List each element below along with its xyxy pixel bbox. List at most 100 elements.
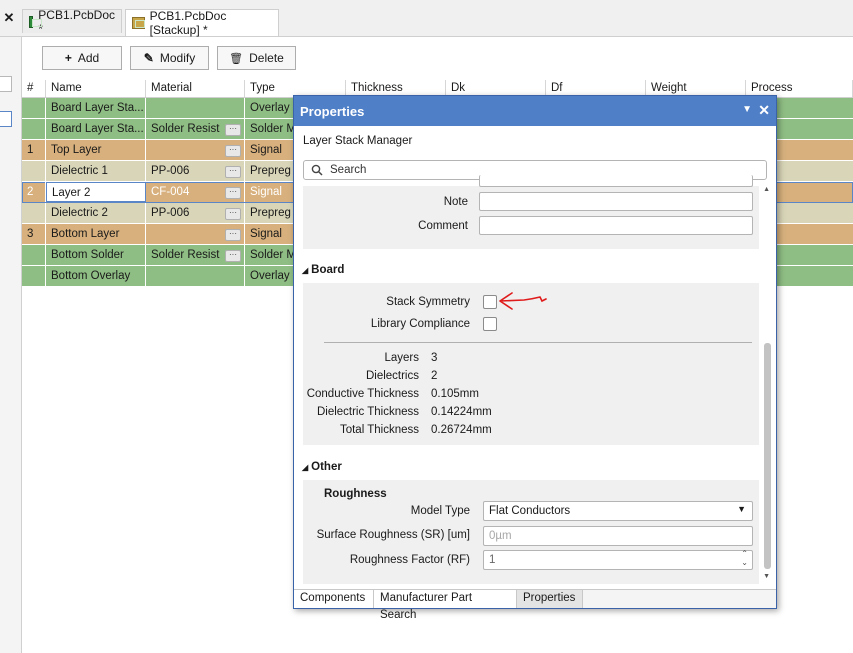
col-header-material[interactable]: Material	[146, 80, 245, 97]
cell-num[interactable]: 2	[22, 182, 46, 202]
cell-num[interactable]	[22, 161, 46, 181]
properties-panel: Properties ▼ ✕ Layer Stack Manager Searc…	[293, 95, 777, 621]
panel-title-bar[interactable]: Properties ▼ ✕	[294, 96, 776, 126]
cell-num[interactable]	[22, 266, 46, 286]
surface-roughness-field[interactable]: 0µm	[483, 526, 753, 546]
cell-num[interactable]: 1	[22, 140, 46, 160]
cell-name[interactable]: Top Layer	[46, 140, 146, 160]
roughness-factor-label: Roughness Factor (RF)	[349, 554, 470, 566]
tab-stackup[interactable]: PCB1.PcbDoc [Stackup] *	[125, 9, 279, 37]
cell-material[interactable]	[146, 224, 245, 244]
cell-num[interactable]	[22, 98, 46, 118]
red-arrow-annotation	[499, 292, 547, 310]
left-panel-strip	[0, 37, 22, 653]
col-header-name[interactable]: Name	[46, 80, 146, 97]
scroll-down-icon[interactable]: ▼	[763, 573, 770, 580]
tab-label: PCB1.PcbDoc *	[38, 7, 115, 36]
left-panel-control[interactable]	[0, 111, 12, 127]
model-type-label: Model Type	[410, 505, 470, 517]
other-header-label: Other	[311, 461, 342, 473]
panel-title: Properties	[300, 104, 365, 119]
close-icon[interactable]: ✕	[2, 10, 16, 26]
note-label: Note	[443, 196, 468, 208]
dielectric-thickness-value: 0.14224mm	[431, 406, 492, 418]
collapse-triangle-icon: ◢	[302, 463, 309, 472]
modify-button[interactable]: ✎ Modify	[130, 46, 209, 70]
cell-material[interactable]	[146, 98, 245, 118]
conductive-thickness-value: 0.105mm	[431, 388, 479, 400]
cell-material[interactable]: PP-006	[146, 161, 245, 181]
model-type-select[interactable]: Flat Conductors ▼	[483, 501, 753, 521]
stack-symmetry-checkbox[interactable]	[483, 295, 497, 309]
layers-label: Layers	[384, 352, 419, 364]
tab-label: PCB1.PcbDoc [Stackup] *	[149, 9, 227, 37]
cell-name[interactable]: Bottom Layer	[46, 224, 146, 244]
model-type-value: Flat Conductors	[489, 505, 571, 517]
panel-menu-icon[interactable]: ▼	[742, 104, 752, 115]
cell-material[interactable]: Solder Resist	[146, 245, 245, 265]
divider	[324, 342, 752, 343]
cell-num[interactable]	[22, 203, 46, 223]
total-thickness-label: Total Thickness	[339, 424, 419, 436]
tab-properties[interactable]: Properties	[517, 590, 583, 608]
surface-roughness-label: Surface Roughness (SR) [um]	[316, 529, 470, 541]
roughness-label: Roughness	[324, 488, 387, 500]
roughness-factor-value: 1	[489, 554, 496, 566]
tab-pcbdoc[interactable]: PCB1.PcbDoc *	[22, 7, 122, 36]
scroll-up-icon[interactable]: ▲	[763, 186, 770, 193]
dielectric-thickness-label: Dielectric Thickness	[316, 406, 419, 418]
cell-material[interactable]: PP-006	[146, 203, 245, 223]
modify-label: Modify	[159, 51, 196, 65]
cell-num[interactable]: 3	[22, 224, 46, 244]
cell-name[interactable]: Layer 2	[46, 182, 146, 202]
search-icon	[311, 164, 323, 176]
chevron-down-icon: ▼	[737, 504, 746, 514]
library-compliance-label: Library Compliance	[370, 318, 470, 330]
conductive-thickness-label: Conductive Thickness	[306, 388, 419, 400]
cell-name[interactable]: Bottom Solder	[46, 245, 146, 265]
panel-scrollbar[interactable]	[764, 343, 771, 569]
left-panel-control[interactable]	[0, 76, 12, 92]
collapse-triangle-icon: ◢	[302, 266, 309, 275]
delete-button[interactable]: 🗑 Delete	[217, 46, 296, 70]
other-section-header[interactable]: ◢ Other	[302, 461, 342, 473]
cell-name[interactable]: Dielectric 2	[46, 203, 146, 223]
delete-label: Delete	[249, 51, 284, 65]
cell-material[interactable]	[146, 140, 245, 160]
layers-value: 3	[431, 352, 438, 364]
col-header-num[interactable]: #	[22, 80, 46, 97]
pencil-icon: ✎	[143, 51, 154, 65]
dielectrics-value: 2	[431, 370, 438, 382]
cell-num[interactable]	[22, 245, 46, 265]
cell-material[interactable]: CF-004	[146, 182, 245, 202]
dielectrics-label: Dielectrics	[365, 370, 419, 382]
board-header-label: Board	[311, 264, 345, 276]
roughness-factor-stepper[interactable]: 1 ⌃ ⌄	[483, 549, 753, 570]
cell-material[interactable]	[146, 266, 245, 286]
comment-field[interactable]	[479, 216, 753, 235]
plus-icon: +	[64, 51, 72, 65]
stepper-arrows-icon[interactable]: ⌃ ⌄	[741, 549, 748, 567]
partial-field[interactable]	[479, 175, 753, 187]
surface-roughness-placeholder: 0µm	[489, 530, 512, 542]
library-compliance-checkbox[interactable]	[483, 317, 497, 331]
board-section-header[interactable]: ◢ Board	[302, 264, 344, 276]
cell-name[interactable]: Bottom Overlay	[46, 266, 146, 286]
panel-subtitle: Layer Stack Manager	[303, 135, 413, 147]
stackup-document-icon	[132, 17, 145, 29]
panel-bottom-tabs: Components Manufacturer Part Search Prop…	[294, 589, 776, 621]
trash-icon: 🗑	[229, 52, 244, 65]
add-label: Add	[77, 51, 100, 65]
total-thickness-value: 0.26724mm	[431, 424, 492, 436]
cell-material[interactable]: Solder Resist	[146, 119, 245, 139]
tab-manufacturer-part-search[interactable]: Manufacturer Part Search	[374, 590, 517, 621]
cell-name[interactable]: Board Layer Sta...	[46, 119, 146, 139]
note-field[interactable]	[479, 192, 753, 211]
add-button[interactable]: + Add	[42, 46, 122, 70]
panel-close-icon[interactable]: ✕	[758, 102, 770, 119]
pcb-document-icon	[29, 15, 43, 28]
tab-components[interactable]: Components	[294, 590, 374, 608]
cell-num[interactable]	[22, 119, 46, 139]
cell-name[interactable]: Board Layer Sta...	[46, 98, 146, 118]
cell-name[interactable]: Dielectric 1	[46, 161, 146, 181]
